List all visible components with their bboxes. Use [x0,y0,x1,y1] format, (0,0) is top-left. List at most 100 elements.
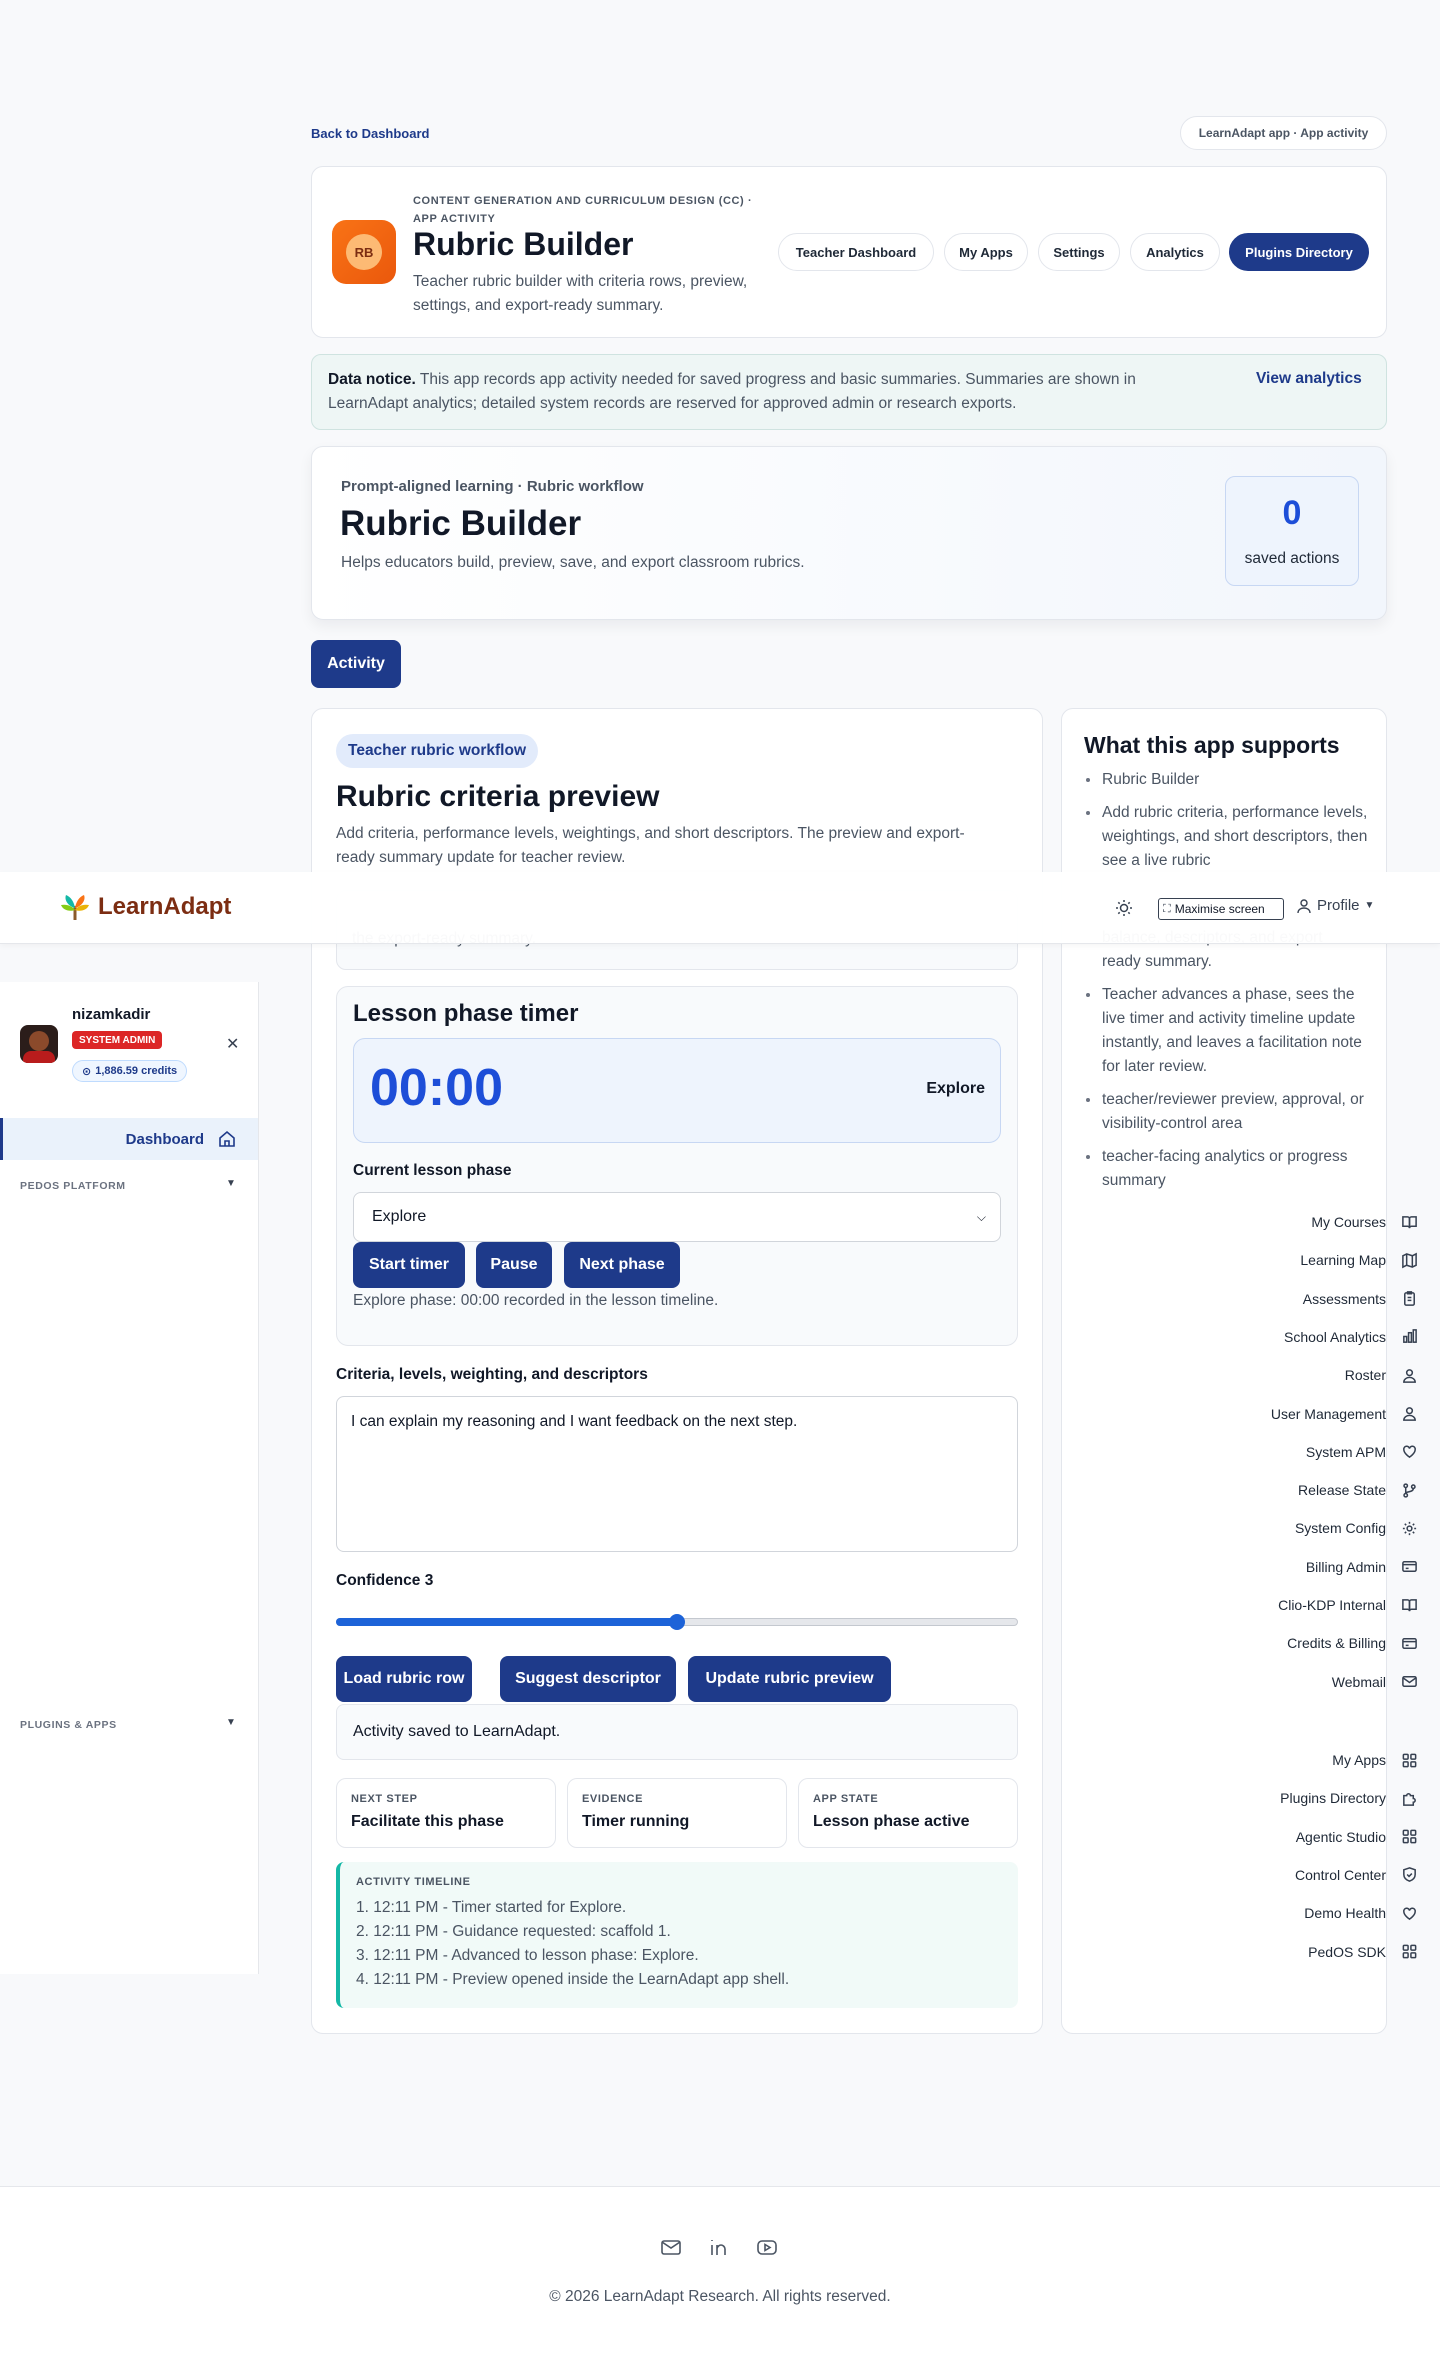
nav-my-apps[interactable]: My Apps [944,233,1028,271]
sidebar-item-plugins-directory[interactable]: Plugins Directory [1182,1779,1440,1817]
pause-button[interactable]: Pause [476,1242,552,1288]
load-rubric-row-button[interactable]: Load rubric row [336,1656,472,1702]
supports-item: Rubric Builder [1084,768,1374,792]
slider-thumb[interactable] [669,1614,685,1630]
youtube-icon[interactable] [756,2236,778,2263]
nav-analytics[interactable]: Analytics [1130,233,1220,271]
view-analytics-link[interactable]: View analytics [1256,370,1362,388]
sidebar-item-label: Learning Map [1300,1252,1386,1269]
evidence-card: EVIDENCE Timer running [567,1778,787,1848]
theme-toggle-sun-icon[interactable] [1114,898,1134,918]
saved-actions-value: 0 [1282,494,1302,532]
collapse-pedos-platform-icon[interactable]: ▼ [226,1178,236,1189]
nav-plugins-directory[interactable]: Plugins Directory [1229,233,1369,271]
sidebar-item-credits-and-billing[interactable]: Credits & Billing [1182,1624,1440,1662]
sidebar-item-label: Plugins Directory [1280,1790,1386,1807]
brand-logo[interactable]: LearnAdapt [58,890,231,924]
supports-item: Add rubric criteria, performance levels,… [1084,801,1374,873]
sidebar-item-user-management[interactable]: User Management [1182,1395,1440,1433]
sidebar-item-label: System APM [1305,1443,1386,1460]
workflow-description: Add criteria, performance levels, weight… [336,825,965,866]
linkedin-icon[interactable] [708,2236,730,2263]
hero-title: Rubric Builder [340,504,582,543]
sidebar-item-agentic-studio[interactable]: Agentic Studio [1182,1818,1440,1856]
sidebar-item-webmail[interactable]: Webmail [1182,1663,1440,1701]
nav-teacher-dashboard[interactable]: Teacher Dashboard [778,233,934,271]
hero-subtitle: Helps educators build, preview, save, an… [341,554,805,571]
sidebar-item-my-courses[interactable]: My Courses [1182,1203,1440,1241]
criteria-textarea[interactable]: I can explain my reasoning and I want fe… [336,1396,1018,1552]
slider-fill [336,1618,677,1626]
bar-chart-icon [1400,1328,1418,1346]
supports-item: teacher-facing analytics or progress sum… [1084,1145,1374,1193]
next-step-label: NEXT STEP [351,1793,418,1805]
copyright: © 2026 LearnAdapt Research. All rights r… [549,2288,891,2305]
sidebar-item-roster[interactable]: Roster [1182,1356,1440,1394]
book-open-icon [1400,1596,1418,1614]
sidebar-item-label: Dashboard [125,1130,204,1148]
wallet-icon [1400,1634,1418,1652]
heart-icon [1400,1904,1418,1922]
confidence-slider[interactable] [336,1612,1018,1632]
sidebar-item-label: System Config [1294,1520,1386,1537]
sidebar-item-clio-kdp-internal[interactable]: Clio-KDP Internal [1182,1586,1440,1624]
app-state-label: APP STATE [813,1793,879,1805]
tab-activity[interactable]: Activity [311,640,401,688]
sidebar-item-release-state[interactable]: Release State [1182,1471,1440,1509]
sidebar-item-assessments[interactable]: Assessments [1182,1280,1440,1318]
hero-eyebrow: Prompt-aligned learning · Rubric workflo… [341,478,644,495]
credits-value: 1,886.59 credits [95,1065,178,1077]
sidebar-item-label: Roster [1344,1367,1386,1384]
next-phase-button[interactable]: Next phase [564,1242,680,1288]
lesson-timer-title: Lesson phase timer [353,1000,579,1027]
sidebar-item-dashboard[interactable]: Dashboard [0,1118,258,1160]
start-timer-button[interactable]: Start timer [353,1242,465,1288]
sidebar-item-billing-admin[interactable]: Billing Admin [1182,1548,1440,1586]
sidebar-item-system-apm[interactable]: System APM [1182,1433,1440,1471]
sidebar-item-label: Assessments [1302,1290,1386,1307]
timer-phase: Explore [926,1080,985,1097]
sidebar-item-label: PedOS SDK [1308,1943,1386,1960]
nav-settings[interactable]: Settings [1038,233,1120,271]
credits-badge: ⊙ 1,886.59 credits [72,1060,188,1082]
sidebar-item-label: Clio-KDP Internal [1278,1597,1386,1613]
users-icon [1400,1366,1418,1384]
sidebar-item-my-apps[interactable]: My Apps [1182,1741,1440,1779]
context-badge: LearnAdapt app · App activity [1180,116,1387,150]
avatar[interactable] [20,1025,58,1063]
sidebar-item-pedos-sdk[interactable]: PedOS SDK [1182,1933,1440,1971]
mail-icon[interactable] [660,2236,682,2263]
save-status-text: Activity saved to LearnAdapt. [353,1723,561,1740]
maximise-screen-button[interactable]: ⛶ Maximise screen [1158,898,1284,920]
sidebar-item-control-center[interactable]: Control Center [1182,1856,1440,1894]
current-phase-label: Current lesson phase [353,1162,512,1179]
update-rubric-preview-button[interactable]: Update rubric preview [688,1656,891,1702]
profile-menu[interactable]: Profile ▼ [1296,897,1374,914]
app-description: Teacher rubric builder with criteria row… [413,273,748,314]
close-sidebar-icon[interactable]: ✕ [226,1034,239,1054]
back-to-dashboard-link[interactable]: Back to Dashboard [311,126,429,141]
sidebar-item-learning-map[interactable]: Learning Map [1182,1241,1440,1279]
timeline-title: ACTIVITY TIMELINE [356,1876,471,1888]
map-icon [1400,1251,1418,1269]
user-icon [1297,898,1311,913]
timeline-item: 1. 12:11 PM - Timer started for Explore. [356,1899,627,1916]
sidebar-item-school-analytics[interactable]: School Analytics [1182,1318,1440,1356]
tree-logo-icon [61,895,89,920]
timeline-item: 3. 12:11 PM - Advanced to lesson phase: … [356,1947,699,1964]
supports-title: What this app supports [1084,732,1340,758]
timer-note: Explore phase: 00:00 recorded in the les… [353,1292,719,1309]
sidebar-item-label: Release State [1298,1482,1386,1499]
footer [0,2186,1440,2360]
criteria-textarea-value: I can explain my reasoning and I want fe… [351,1413,798,1430]
sidebar-item-label: User Management [1270,1405,1386,1422]
sidebar-item-system-config[interactable]: System Config [1182,1509,1440,1547]
app-title: Rubric Builder [413,226,634,262]
sidebar-item-demo-health[interactable]: Demo Health [1182,1894,1440,1932]
suggest-descriptor-button[interactable]: Suggest descriptor [500,1656,676,1702]
lesson-phase-select[interactable]: Explore ⌵ [353,1192,1001,1242]
collapse-plugins-apps-icon[interactable]: ▼ [226,1717,236,1728]
next-step-value: Facilitate this phase [351,1813,504,1830]
maximize-icon: ⛶ [1163,902,1171,915]
criteria-label: Criteria, levels, weighting, and descrip… [336,1366,648,1383]
